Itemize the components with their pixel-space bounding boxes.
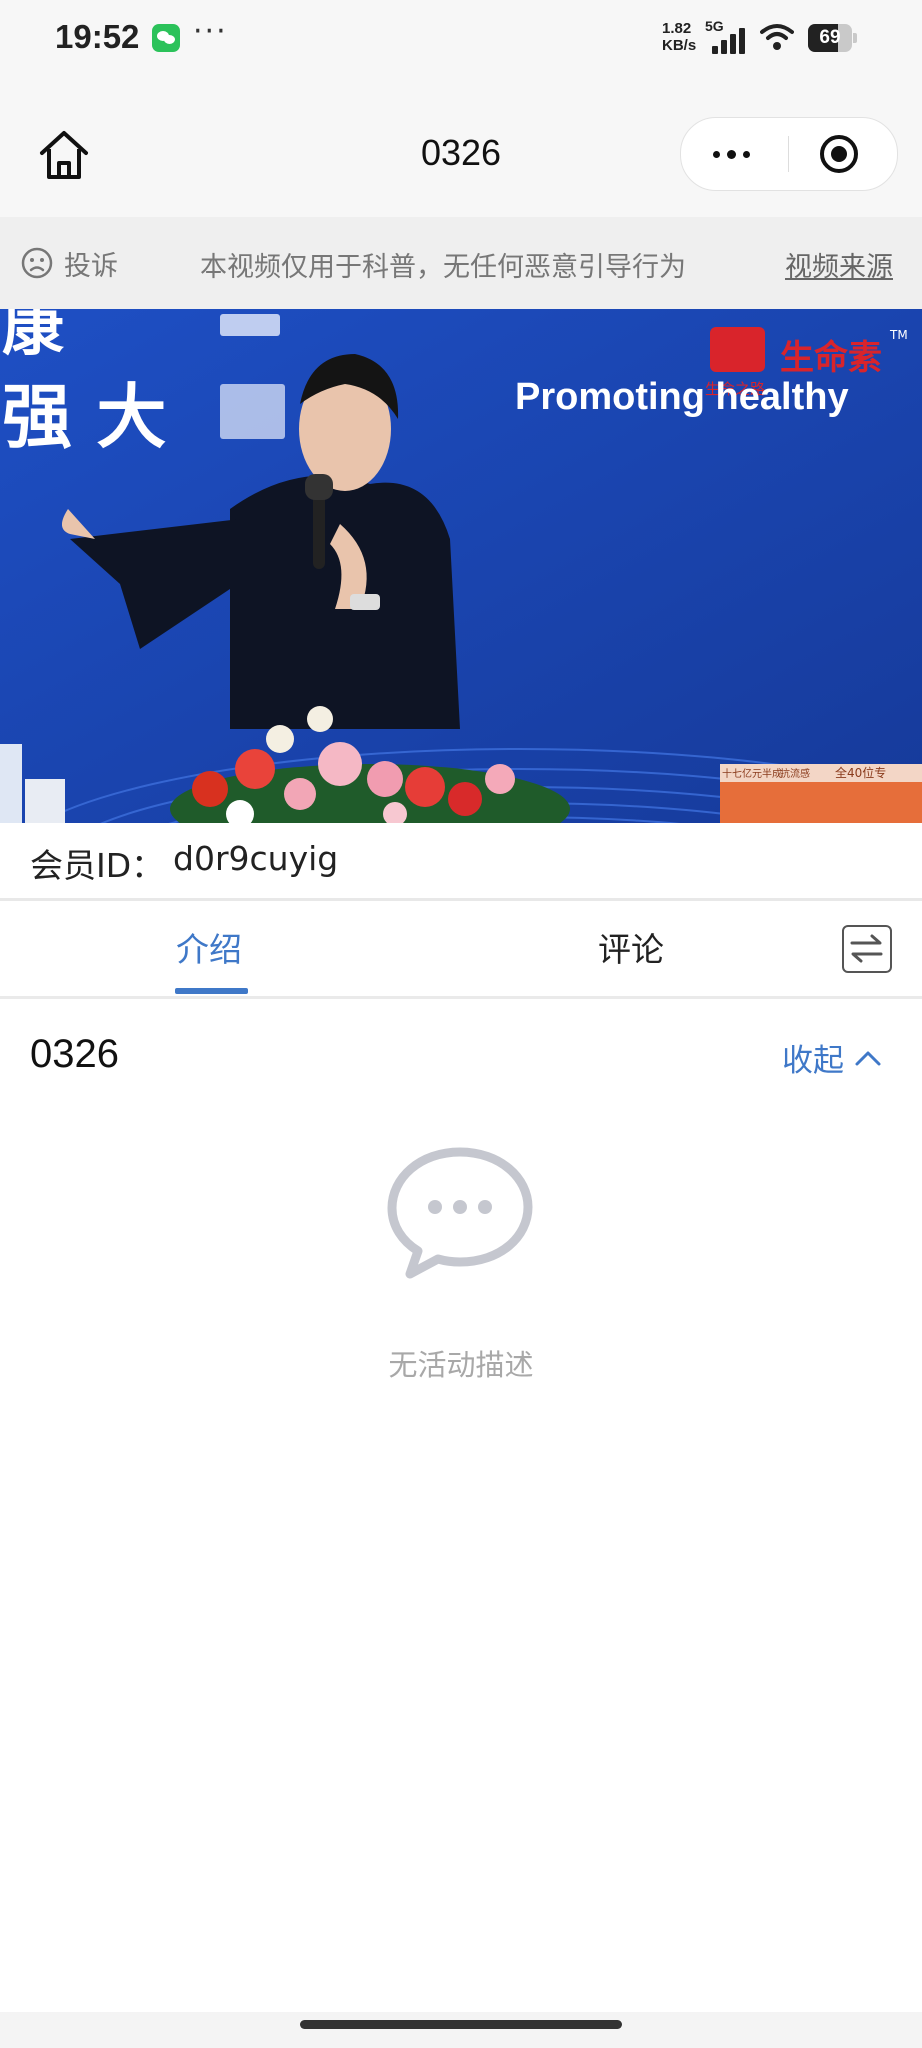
wifi-icon (760, 24, 794, 50)
more-dots-icon[interactable] (681, 118, 788, 190)
nav-bar: 0326 (0, 80, 922, 217)
box-text-3: 全40位专 (835, 765, 886, 780)
network-speed: 1.82 KB/s (662, 20, 710, 54)
collapse-label: 收起 (782, 1043, 844, 1079)
chat-bubble-icon (387, 1147, 533, 1279)
status-time: 19:52 (55, 18, 140, 55)
network-speed-value: 1.82 (662, 20, 692, 37)
tab-intro[interactable]: 介绍 (176, 923, 242, 971)
intro-title: 0326 (30, 1032, 119, 1076)
box-text-2: 抗流感 (780, 767, 810, 780)
switch-icon[interactable] (842, 925, 892, 973)
complain-label: 投诉 (64, 250, 118, 282)
banner-text-left-top: 康 (2, 309, 64, 364)
video-player[interactable]: 生命素 TM 生命之路 康 强 大 Promoting healthy 十七亿元… (0, 309, 922, 823)
video-frame: 生命素 TM 生命之路 康 强 大 Promoting healthy 十七亿元… (0, 309, 922, 823)
bottom-strip (0, 2012, 922, 2048)
notice-bar: 投诉 本视频仅用于科普，无任何恶意引导行为 视频来源 (0, 217, 922, 309)
member-id-label: 会员ID： (30, 846, 165, 885)
tab-comments[interactable]: 评论 (598, 923, 664, 971)
network-speed-unit: KB/s (662, 37, 697, 54)
member-id-row: 会员ID： d0r9cuyig (0, 823, 922, 901)
box-text-1: 十七亿元半成 (722, 767, 782, 780)
complain-button[interactable]: 投诉 (20, 245, 118, 282)
video-source-link[interactable]: 视频来源 (785, 245, 893, 284)
wechat-icon (152, 24, 180, 52)
battery-level: 69 (819, 27, 841, 48)
active-tab-indicator (175, 988, 248, 994)
mini-program-capsule (680, 117, 898, 191)
collapse-button[interactable]: 收起 (782, 1035, 882, 1080)
sad-face-icon (21, 247, 53, 279)
banner-text-left: 强 大 (2, 376, 166, 458)
target-close-icon[interactable] (789, 118, 897, 190)
status-bar: 19:52 ··· 1.82 KB/s 5G 69 (0, 0, 922, 80)
tab-bar: 介绍 评论 (0, 901, 922, 999)
signal-icon (712, 28, 748, 54)
battery-icon: 69 (808, 24, 858, 52)
home-indicator[interactable] (300, 2020, 622, 2029)
chevron-up-icon (855, 1051, 881, 1065)
notice-marquee-text: 本视频仅用于科普，无任何恶意引导行为 (200, 252, 686, 283)
empty-state-text: 无活动描述 (388, 1348, 534, 1382)
banner-text-right: Promoting healthy (515, 376, 849, 418)
brand-name: 生命素 (780, 338, 882, 378)
brand-tm: TM (889, 328, 908, 342)
notification-dots: ··· (193, 14, 228, 49)
product-boxes: 十七亿元半成 抗流感 全40位专 (720, 764, 922, 823)
member-id-value: d0r9cuyig (173, 839, 339, 878)
